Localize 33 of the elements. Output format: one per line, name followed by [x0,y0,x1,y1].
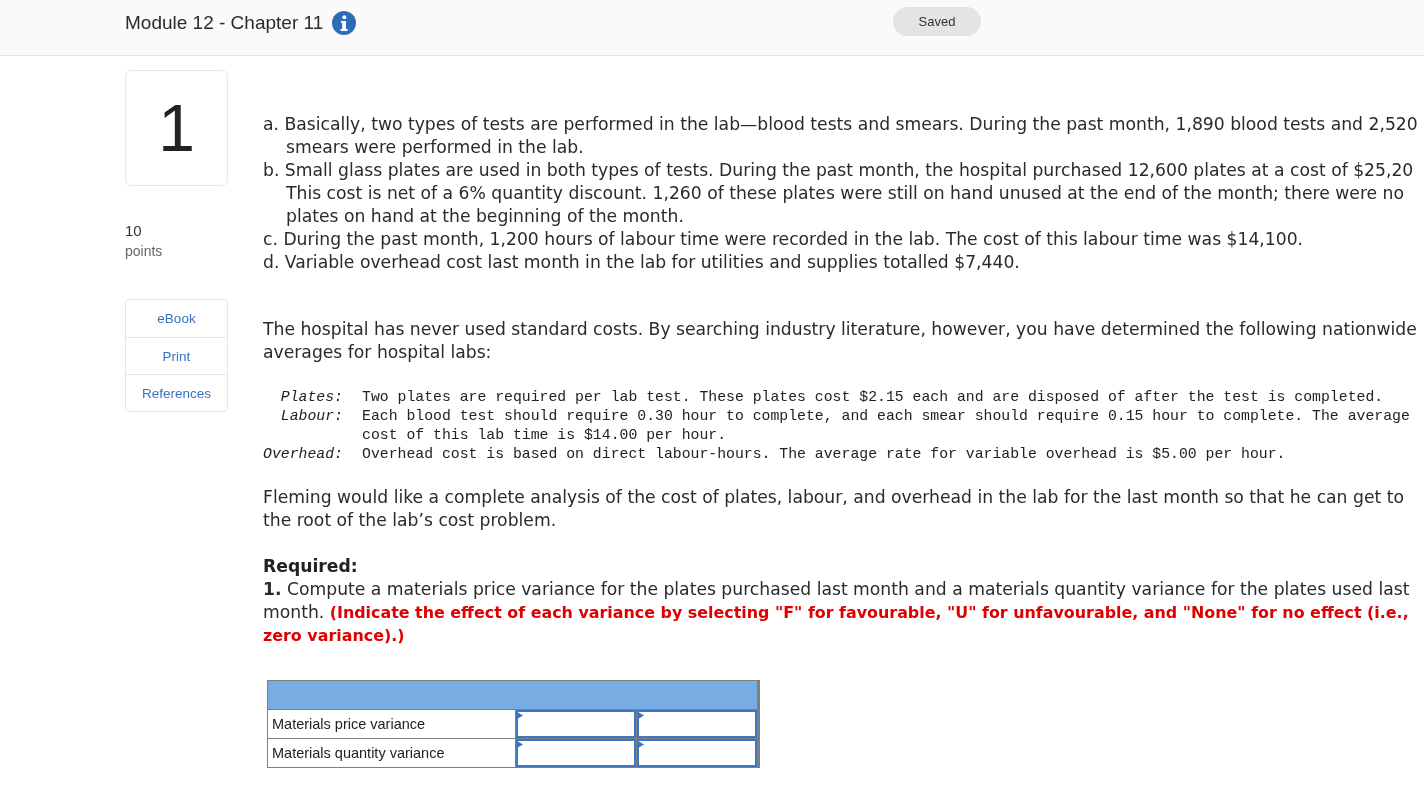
page-title: Module 12 - Chapter 11 [125,11,324,34]
resource-link[interactable]: eBook [126,300,227,337]
standard-text: Overhead cost is based on direct labour-hours. The average rate for variable overhead is $5.00 per hour. [362,445,1286,464]
resource-link[interactable]: Print [126,337,227,374]
answer-field[interactable] [637,710,757,738]
resource-link[interactable]: References [126,374,227,411]
points-value: 10 [125,221,142,241]
fact-item: b. Small glass plates are used in both types of tests. During the past month, the hospital purchased 12,600 plates at a cost of $25,20 This cost is net of a 6% quantity discount. 1,260 of these plates were still on hand unused at the end of the month; there were no plates on hand at the beginning of the month. [263,159,1415,228]
analysis-text: Fleming would like a complete analysis of the cost of plates, labour, and overhead in the lab for the last month so that he can get to the root of the lab’s cost problem. [263,486,1405,532]
answer-field[interactable] [637,739,757,767]
triangle-icon [638,741,644,748]
standard-label: Overhead: [263,445,343,464]
row-label: Materials quantity variance [268,739,515,767]
info-icon[interactable] [332,10,357,35]
standard-label: Labour: [280,407,343,426]
answer-field[interactable] [516,710,636,738]
task-text: 1. Compute a materials price variance for the plates purchased last month and a materials quantity variance for the plates used last month. (Indicate the effect of each variance by selecting "F" for favourable, "U" for unfavourable, and "None" for no effect (i.e., zero variance).) [263,578,1411,647]
fact-item: d. Variable overhead cost last month in the lab for utilities and supplies totalled $7,440. [263,251,1021,274]
saved-status: Saved [893,7,981,36]
row-label: Materials price variance [268,710,515,738]
points-label: points [125,242,163,261]
required-heading: Required: [263,555,359,578]
answer-field[interactable] [516,739,636,767]
standard-text: Each blood test should require 0.30 hour to complete, and each smear should require 0.15 hour to complete. The average cost of this lab time is $14.00 per hour. [362,407,1411,445]
standard-label: Plates: [280,388,343,407]
fact-item: a. Basically, two types of tests are performed in the lab—blood tests and smears. During the past month, 1,890 blood tests and 2,520 smears were performed in the lab. [263,113,1419,159]
fact-item: c. During the past month, 1,200 hours of labour time were recorded in the lab. The cost of this labour time was $14,100. [263,228,1305,251]
triangle-icon [517,712,523,719]
question-number: 1 [125,70,228,186]
triangle-icon [638,712,644,719]
triangle-icon [517,741,523,748]
standard-text: Two plates are required per lab test. These plates cost $2.15 each and are disposed of after the test is completed. [362,388,1384,407]
intro-text: The hospital has never used standard costs. By searching industry literature, however, you have determined the following nationwide averages for hospital labs: [263,318,1418,364]
